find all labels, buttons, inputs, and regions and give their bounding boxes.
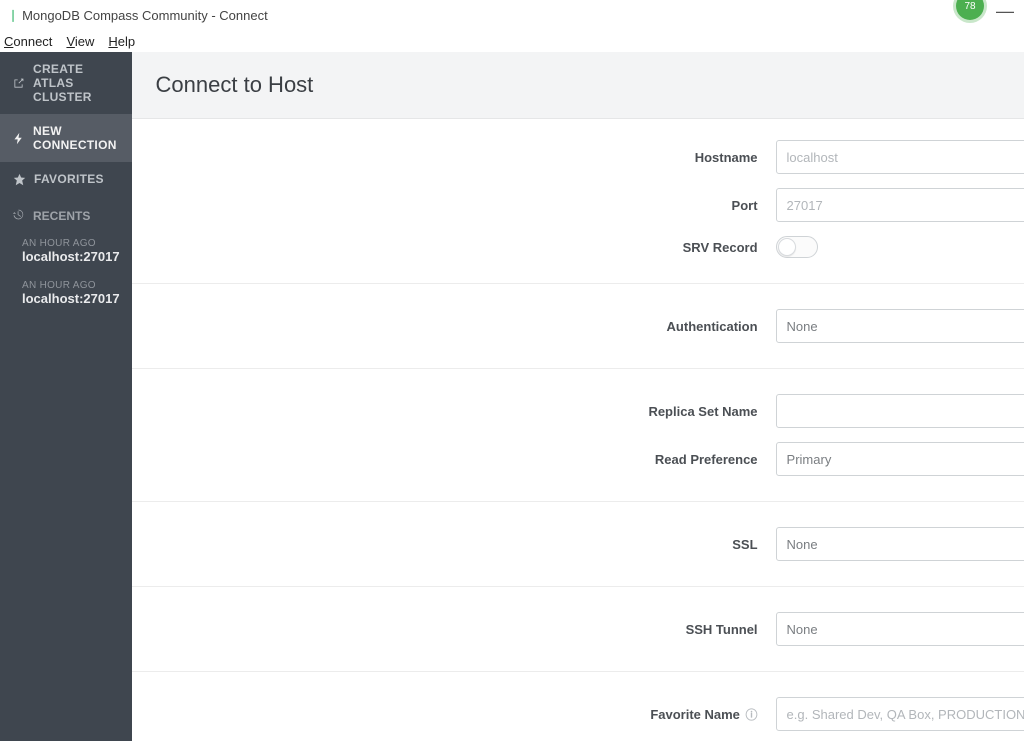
sidebar-recents-header: RECENTS bbox=[0, 196, 132, 232]
sidebar-item-label: RECENTS bbox=[33, 209, 90, 223]
divider bbox=[132, 501, 1024, 502]
replica-set-input[interactable] bbox=[776, 394, 1024, 428]
menu-help[interactable]: Help bbox=[108, 34, 135, 49]
sidebar-item-label: FAVORITES bbox=[34, 172, 104, 186]
menu-view[interactable]: View bbox=[66, 34, 94, 49]
select-value: None bbox=[787, 537, 818, 552]
sidebar: CREATE ATLAS CLUSTER NEW CONNECTION FAVO… bbox=[0, 52, 132, 741]
sidebar-item-label: CREATE ATLAS CLUSTER bbox=[33, 62, 120, 104]
divider bbox=[132, 586, 1024, 587]
label-ssh: SSH Tunnel bbox=[132, 622, 776, 637]
label-hostname: Hostname bbox=[132, 150, 776, 165]
label-replica: Replica Set Name bbox=[132, 404, 776, 419]
ssh-tunnel-select[interactable]: None ▼ bbox=[776, 612, 1024, 646]
bolt-icon bbox=[12, 132, 25, 145]
label-srv: SRV Record bbox=[132, 240, 776, 255]
sidebar-item-new-connection[interactable]: NEW CONNECTION bbox=[0, 114, 132, 162]
select-value: None bbox=[787, 319, 818, 334]
sidebar-item-label: NEW CONNECTION bbox=[33, 124, 120, 152]
select-value: Primary bbox=[787, 452, 832, 467]
read-preference-select[interactable]: Primary ▼ bbox=[776, 442, 1024, 476]
minimize-button[interactable]: — bbox=[996, 6, 1014, 16]
recent-host: localhost:27017 bbox=[22, 249, 120, 264]
connect-form: Hostname Port SRV Record bbox=[132, 119, 1024, 741]
star-icon bbox=[12, 173, 26, 186]
toggle-knob bbox=[778, 238, 796, 256]
hostname-input[interactable] bbox=[776, 140, 1024, 174]
window-title: MongoDB Compass Community - Connect bbox=[22, 8, 268, 23]
ssl-select[interactable]: None ▼ bbox=[776, 527, 1024, 561]
port-input[interactable] bbox=[776, 188, 1024, 222]
info-icon[interactable]: ⓘ bbox=[746, 708, 758, 722]
menu-connect-rest: onnect bbox=[13, 34, 52, 49]
recent-host: localhost:27017 bbox=[22, 291, 120, 306]
history-icon bbox=[12, 208, 25, 224]
select-value: None bbox=[787, 622, 818, 637]
recent-ago: AN HOUR AGO bbox=[22, 280, 120, 291]
sidebar-item-create-atlas[interactable]: CREATE ATLAS CLUSTER bbox=[0, 52, 132, 114]
recent-ago: AN HOUR AGO bbox=[22, 238, 120, 249]
divider bbox=[132, 671, 1024, 672]
mongodb-leaf-icon: ❘ bbox=[8, 8, 18, 22]
authentication-select[interactable]: None ▼ bbox=[776, 309, 1024, 343]
titlebar: ❘ MongoDB Compass Community - Connect 78… bbox=[0, 0, 1024, 30]
sidebar-item-favorites[interactable]: FAVORITES bbox=[0, 162, 132, 196]
main-panel: Connect to Host Hostname Port SRV Record bbox=[132, 52, 1024, 741]
label-port: Port bbox=[132, 198, 776, 213]
label-favname: Favorite Name ⓘ bbox=[132, 706, 776, 723]
recent-item[interactable]: AN HOUR AGO localhost:27017 bbox=[0, 232, 132, 274]
status-badge: 78 bbox=[956, 0, 984, 20]
recent-item[interactable]: AN HOUR AGO localhost:27017 bbox=[0, 274, 132, 316]
favorite-name-input[interactable] bbox=[776, 697, 1024, 731]
external-link-icon bbox=[12, 77, 25, 90]
srv-toggle[interactable] bbox=[776, 236, 818, 258]
main-header: Connect to Host bbox=[132, 52, 1024, 119]
divider bbox=[132, 283, 1024, 284]
label-auth: Authentication bbox=[132, 319, 776, 334]
page-title: Connect to Host bbox=[156, 72, 1024, 98]
menu-connect[interactable]: Connect bbox=[4, 34, 52, 49]
label-ssl: SSL bbox=[132, 537, 776, 552]
divider bbox=[132, 368, 1024, 369]
label-readpref: Read Preference bbox=[132, 452, 776, 467]
menubar: Connect View Help bbox=[0, 30, 1024, 52]
